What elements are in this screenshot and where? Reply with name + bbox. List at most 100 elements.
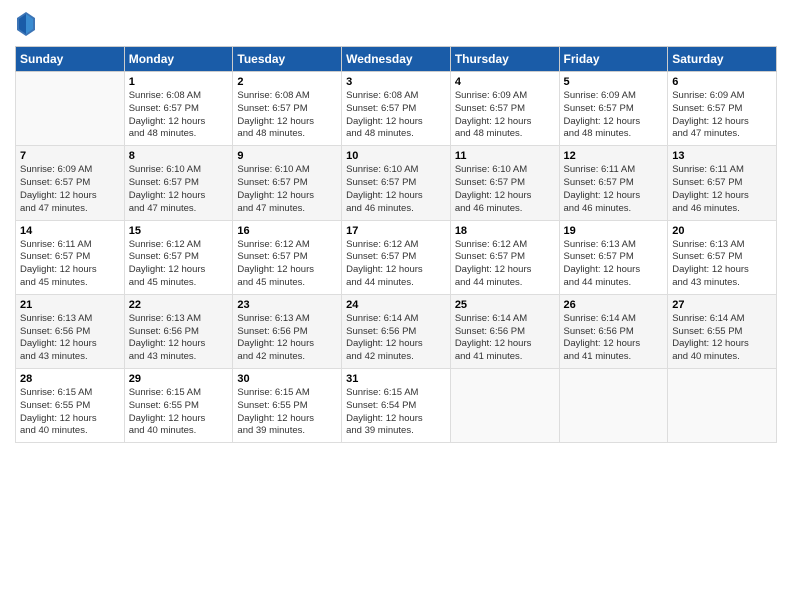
col-header-tuesday: Tuesday <box>233 47 342 72</box>
day-cell: 10 Sunrise: 6:10 AM Sunset: 6:57 PM Dayli… <box>342 146 451 220</box>
day-number: 31 <box>346 373 446 385</box>
day-cell: 27Sunrise: 6:14 AM Sunset: 6:55 PM Dayli… <box>668 294 777 368</box>
day-number: 25 <box>455 299 555 311</box>
day-cell: 26Sunrise: 6:14 AM Sunset: 6:56 PM Dayli… <box>559 294 668 368</box>
day-number: 21 <box>20 299 120 311</box>
day-number: 28 <box>20 373 120 385</box>
day-number: 24 <box>346 299 446 311</box>
day-number: 22 <box>129 299 229 311</box>
day-info: Sunrise: 6:11 AM Sunset: 6:57 PM Dayligh… <box>20 239 120 290</box>
day-info: Sunrise: 6:12 AM Sunset: 6:57 PM Dayligh… <box>237 239 337 290</box>
day-number: 23 <box>237 299 337 311</box>
day-info: Sunrise: 6:14 AM Sunset: 6:55 PM Dayligh… <box>672 313 772 364</box>
day-cell: 30 Sunrise: 6:15 AM Sunset: 6:55 PM Dayli… <box>233 369 342 443</box>
day-cell: 7 Sunrise: 6:09 AM Sunset: 6:57 PM Daylig… <box>16 146 125 220</box>
day-cell <box>668 369 777 443</box>
col-header-wednesday: Wednesday <box>342 47 451 72</box>
day-number: 29 <box>129 373 229 385</box>
day-info: Sunrise: 6:12 AM Sunset: 6:57 PM Dayligh… <box>346 239 446 290</box>
day-cell: 17 Sunrise: 6:12 AM Sunset: 6:57 PM Dayli… <box>342 220 451 294</box>
day-info: Sunrise: 6:09 AM Sunset: 6:57 PM Dayligh… <box>455 90 555 141</box>
day-number: 2 <box>237 76 337 88</box>
day-cell: 12Sunrise: 6:11 AM Sunset: 6:57 PM Dayli… <box>559 146 668 220</box>
day-number: 6 <box>672 76 772 88</box>
day-number: 9 <box>237 150 337 162</box>
day-cell: 11Sunrise: 6:10 AM Sunset: 6:57 PM Dayli… <box>450 146 559 220</box>
page: SundayMondayTuesdayWednesdayThursdayFrid… <box>0 0 792 612</box>
logo-icon <box>15 10 37 38</box>
day-number: 13 <box>672 150 772 162</box>
day-info: Sunrise: 6:08 AM Sunset: 6:57 PM Dayligh… <box>237 90 337 141</box>
day-number: 15 <box>129 225 229 237</box>
day-cell: 3 Sunrise: 6:08 AM Sunset: 6:57 PM Daylig… <box>342 72 451 146</box>
day-info: Sunrise: 6:13 AM Sunset: 6:56 PM Dayligh… <box>237 313 337 364</box>
day-cell: 29 Sunrise: 6:15 AM Sunset: 6:55 PM Dayli… <box>124 369 233 443</box>
day-number: 14 <box>20 225 120 237</box>
week-row-5: 28 Sunrise: 6:15 AM Sunset: 6:55 PM Dayli… <box>16 369 777 443</box>
day-info: Sunrise: 6:14 AM Sunset: 6:56 PM Dayligh… <box>346 313 446 364</box>
day-info: Sunrise: 6:09 AM Sunset: 6:57 PM Dayligh… <box>672 90 772 141</box>
day-cell: 15 Sunrise: 6:12 AM Sunset: 6:57 PM Dayli… <box>124 220 233 294</box>
col-header-sunday: Sunday <box>16 47 125 72</box>
day-number: 7 <box>20 150 120 162</box>
day-cell: 16 Sunrise: 6:12 AM Sunset: 6:57 PM Dayli… <box>233 220 342 294</box>
day-number: 20 <box>672 225 772 237</box>
day-cell <box>450 369 559 443</box>
day-info: Sunrise: 6:12 AM Sunset: 6:57 PM Dayligh… <box>129 239 229 290</box>
day-cell: 28 Sunrise: 6:15 AM Sunset: 6:55 PM Dayli… <box>16 369 125 443</box>
day-cell: 6 Sunrise: 6:09 AM Sunset: 6:57 PM Daylig… <box>668 72 777 146</box>
day-number: 3 <box>346 76 446 88</box>
day-number: 18 <box>455 225 555 237</box>
day-info: Sunrise: 6:13 AM Sunset: 6:57 PM Dayligh… <box>672 239 772 290</box>
day-cell: 21 Sunrise: 6:13 AM Sunset: 6:56 PM Dayli… <box>16 294 125 368</box>
day-cell: 23 Sunrise: 6:13 AM Sunset: 6:56 PM Dayli… <box>233 294 342 368</box>
day-number: 30 <box>237 373 337 385</box>
day-info: Sunrise: 6:14 AM Sunset: 6:56 PM Dayligh… <box>455 313 555 364</box>
day-cell: 5 Sunrise: 6:09 AM Sunset: 6:57 PM Daylig… <box>559 72 668 146</box>
day-cell: 1 Sunrise: 6:08 AM Sunset: 6:57 PM Daylig… <box>124 72 233 146</box>
day-number: 10 <box>346 150 446 162</box>
day-cell: 4 Sunrise: 6:09 AM Sunset: 6:57 PM Daylig… <box>450 72 559 146</box>
logo <box>15 10 41 38</box>
day-info: Sunrise: 6:15 AM Sunset: 6:55 PM Dayligh… <box>20 387 120 438</box>
calendar-table: SundayMondayTuesdayWednesdayThursdayFrid… <box>15 46 777 443</box>
week-row-4: 21 Sunrise: 6:13 AM Sunset: 6:56 PM Dayli… <box>16 294 777 368</box>
day-number: 12 <box>564 150 664 162</box>
day-cell: 19 Sunrise: 6:13 AM Sunset: 6:57 PM Dayli… <box>559 220 668 294</box>
day-info: Sunrise: 6:13 AM Sunset: 6:56 PM Dayligh… <box>129 313 229 364</box>
day-info: Sunrise: 6:14 AM Sunset: 6:56 PM Dayligh… <box>564 313 664 364</box>
day-cell: 22 Sunrise: 6:13 AM Sunset: 6:56 PM Dayli… <box>124 294 233 368</box>
day-cell <box>16 72 125 146</box>
day-info: Sunrise: 6:09 AM Sunset: 6:57 PM Dayligh… <box>564 90 664 141</box>
day-info: Sunrise: 6:12 AM Sunset: 6:57 PM Dayligh… <box>455 239 555 290</box>
day-info: Sunrise: 6:13 AM Sunset: 6:57 PM Dayligh… <box>564 239 664 290</box>
day-cell: 14 Sunrise: 6:11 AM Sunset: 6:57 PM Dayli… <box>16 220 125 294</box>
day-info: Sunrise: 6:15 AM Sunset: 6:55 PM Dayligh… <box>129 387 229 438</box>
day-info: Sunrise: 6:10 AM Sunset: 6:57 PM Dayligh… <box>129 164 229 215</box>
day-number: 1 <box>129 76 229 88</box>
day-cell: 31Sunrise: 6:15 AM Sunset: 6:54 PM Dayli… <box>342 369 451 443</box>
col-header-thursday: Thursday <box>450 47 559 72</box>
day-number: 4 <box>455 76 555 88</box>
header <box>15 10 777 38</box>
day-number: 5 <box>564 76 664 88</box>
day-info: Sunrise: 6:10 AM Sunset: 6:57 PM Dayligh… <box>346 164 446 215</box>
day-cell: 2 Sunrise: 6:08 AM Sunset: 6:57 PM Daylig… <box>233 72 342 146</box>
day-cell: 24 Sunrise: 6:14 AM Sunset: 6:56 PM Dayli… <box>342 294 451 368</box>
day-info: Sunrise: 6:08 AM Sunset: 6:57 PM Dayligh… <box>129 90 229 141</box>
day-number: 19 <box>564 225 664 237</box>
day-cell <box>559 369 668 443</box>
week-row-1: 1 Sunrise: 6:08 AM Sunset: 6:57 PM Daylig… <box>16 72 777 146</box>
day-info: Sunrise: 6:08 AM Sunset: 6:57 PM Dayligh… <box>346 90 446 141</box>
day-number: 8 <box>129 150 229 162</box>
day-info: Sunrise: 6:13 AM Sunset: 6:56 PM Dayligh… <box>20 313 120 364</box>
day-number: 17 <box>346 225 446 237</box>
day-cell: 13 Sunrise: 6:11 AM Sunset: 6:57 PM Dayli… <box>668 146 777 220</box>
header-row: SundayMondayTuesdayWednesdayThursdayFrid… <box>16 47 777 72</box>
day-number: 16 <box>237 225 337 237</box>
day-info: Sunrise: 6:09 AM Sunset: 6:57 PM Dayligh… <box>20 164 120 215</box>
week-row-3: 14 Sunrise: 6:11 AM Sunset: 6:57 PM Dayli… <box>16 220 777 294</box>
day-cell: 25 Sunrise: 6:14 AM Sunset: 6:56 PM Dayli… <box>450 294 559 368</box>
day-info: Sunrise: 6:15 AM Sunset: 6:55 PM Dayligh… <box>237 387 337 438</box>
day-info: Sunrise: 6:11 AM Sunset: 6:57 PM Dayligh… <box>672 164 772 215</box>
